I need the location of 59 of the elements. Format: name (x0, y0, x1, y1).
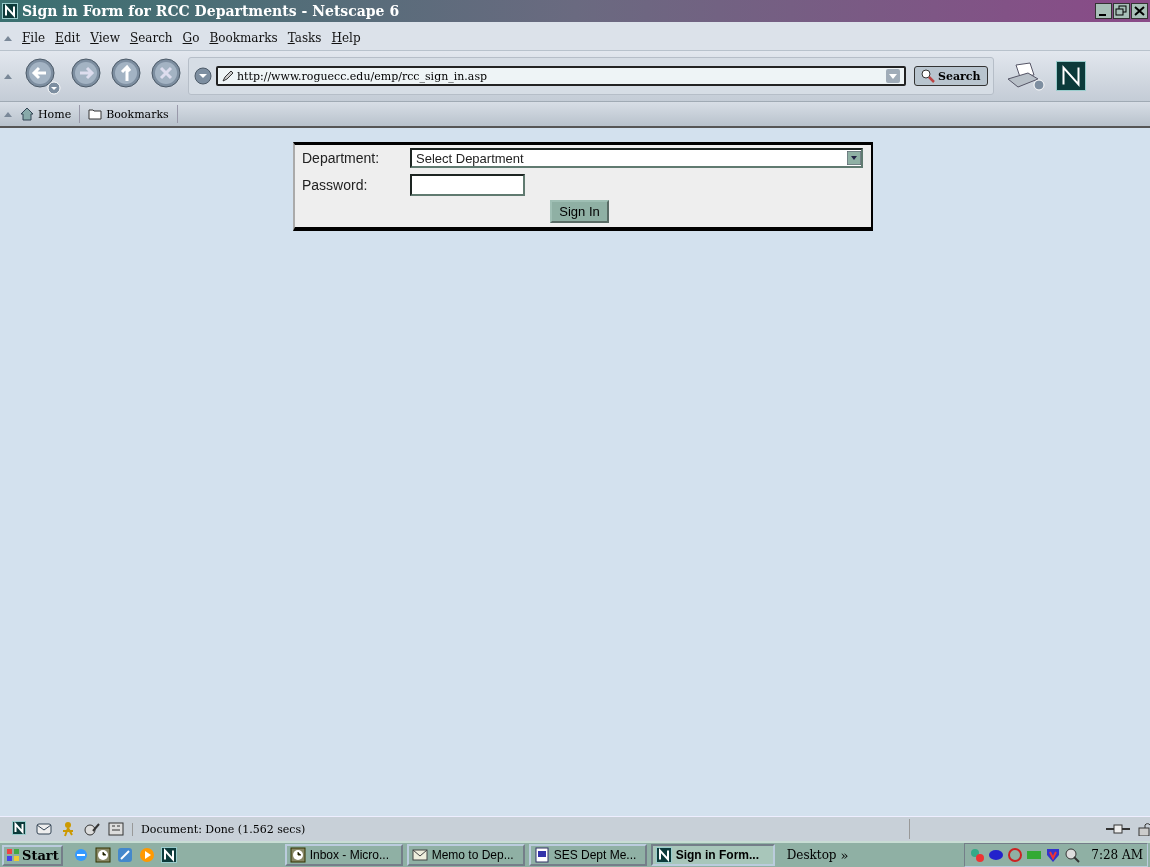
calendar-icon (289, 847, 306, 863)
restore-button[interactable] (1113, 3, 1130, 19)
minimize-button[interactable] (1095, 3, 1112, 19)
forward-button[interactable] (70, 57, 102, 89)
grip-icon[interactable] (4, 111, 12, 117)
menu-item[interactable]: Edit (55, 30, 81, 46)
grip-icon[interactable] (4, 35, 12, 41)
taskbar-button[interactable]: SES Dept Me... (528, 844, 647, 866)
menu-item[interactable]: Search (129, 30, 173, 46)
folder-icon (88, 107, 103, 121)
department-select[interactable]: Select Department (410, 148, 863, 168)
search-button[interactable]: Search (914, 66, 988, 86)
desktop-toolbar-label: Desktop (786, 848, 837, 862)
grip-icon[interactable] (4, 73, 12, 79)
document-icon (533, 847, 550, 863)
menu-item[interactable]: Bookmarks (209, 30, 278, 46)
taskbar-button[interactable]: Sign in Form... (650, 844, 775, 866)
connection-icon[interactable] (1106, 824, 1130, 834)
menu-item[interactable]: View (90, 30, 120, 46)
bookmark-button[interactable]: Home (18, 105, 81, 123)
stop-button[interactable] (150, 57, 182, 89)
address-field[interactable]: http://www.roguecc.edu/emp/rcc_sign_in.asp (216, 66, 906, 86)
mail-icon[interactable] (36, 821, 52, 837)
envelope-icon (411, 847, 428, 863)
logo-icon[interactable] (12, 821, 28, 837)
window-title: Sign in Form for RCC Departments - Netscape 6 (22, 3, 401, 19)
menu-item[interactable]: Go (182, 30, 200, 46)
windows-logo-icon (6, 848, 20, 862)
search-icon (921, 69, 935, 83)
menu-item[interactable]: Help (331, 30, 361, 46)
browser-icon[interactable] (72, 847, 89, 863)
taskbar-button[interactable]: Memo to Dep... (406, 844, 525, 866)
logo-icon[interactable] (160, 847, 177, 863)
bookmark-button[interactable]: Bookmarks (86, 105, 178, 123)
sign-in-button[interactable]: Sign In (550, 200, 609, 223)
status-text: Document: Done (1.562 secs) (132, 822, 901, 836)
calendar-icon[interactable] (94, 847, 111, 863)
logo-icon (1055, 61, 1086, 91)
taskbar-button[interactable]: Inbox - Micro... (284, 844, 403, 866)
back-button[interactable] (24, 57, 62, 95)
department-label: Department: (302, 150, 381, 166)
app-icon (2, 3, 18, 19)
clock: 7:28 AM (1091, 848, 1143, 862)
dropdown-icon[interactable] (847, 151, 861, 165)
dropdown-button[interactable] (194, 67, 212, 85)
printer-icon[interactable] (1005, 61, 1046, 91)
chevron-button[interactable]: » (840, 847, 849, 863)
reload-button[interactable] (110, 57, 142, 89)
menu-item[interactable]: Tasks (287, 30, 322, 46)
shield-icon[interactable] (1045, 847, 1062, 863)
home-icon (20, 107, 34, 121)
magnifier-icon[interactable] (1064, 847, 1081, 863)
address-book-icon[interactable] (108, 821, 124, 837)
close-button[interactable] (1131, 3, 1148, 19)
password-field[interactable] (410, 174, 525, 196)
menu-item[interactable]: File (22, 30, 46, 46)
password-label: Password: (302, 177, 369, 193)
logo-icon (655, 847, 672, 863)
start-button[interactable]: Start (2, 844, 63, 866)
